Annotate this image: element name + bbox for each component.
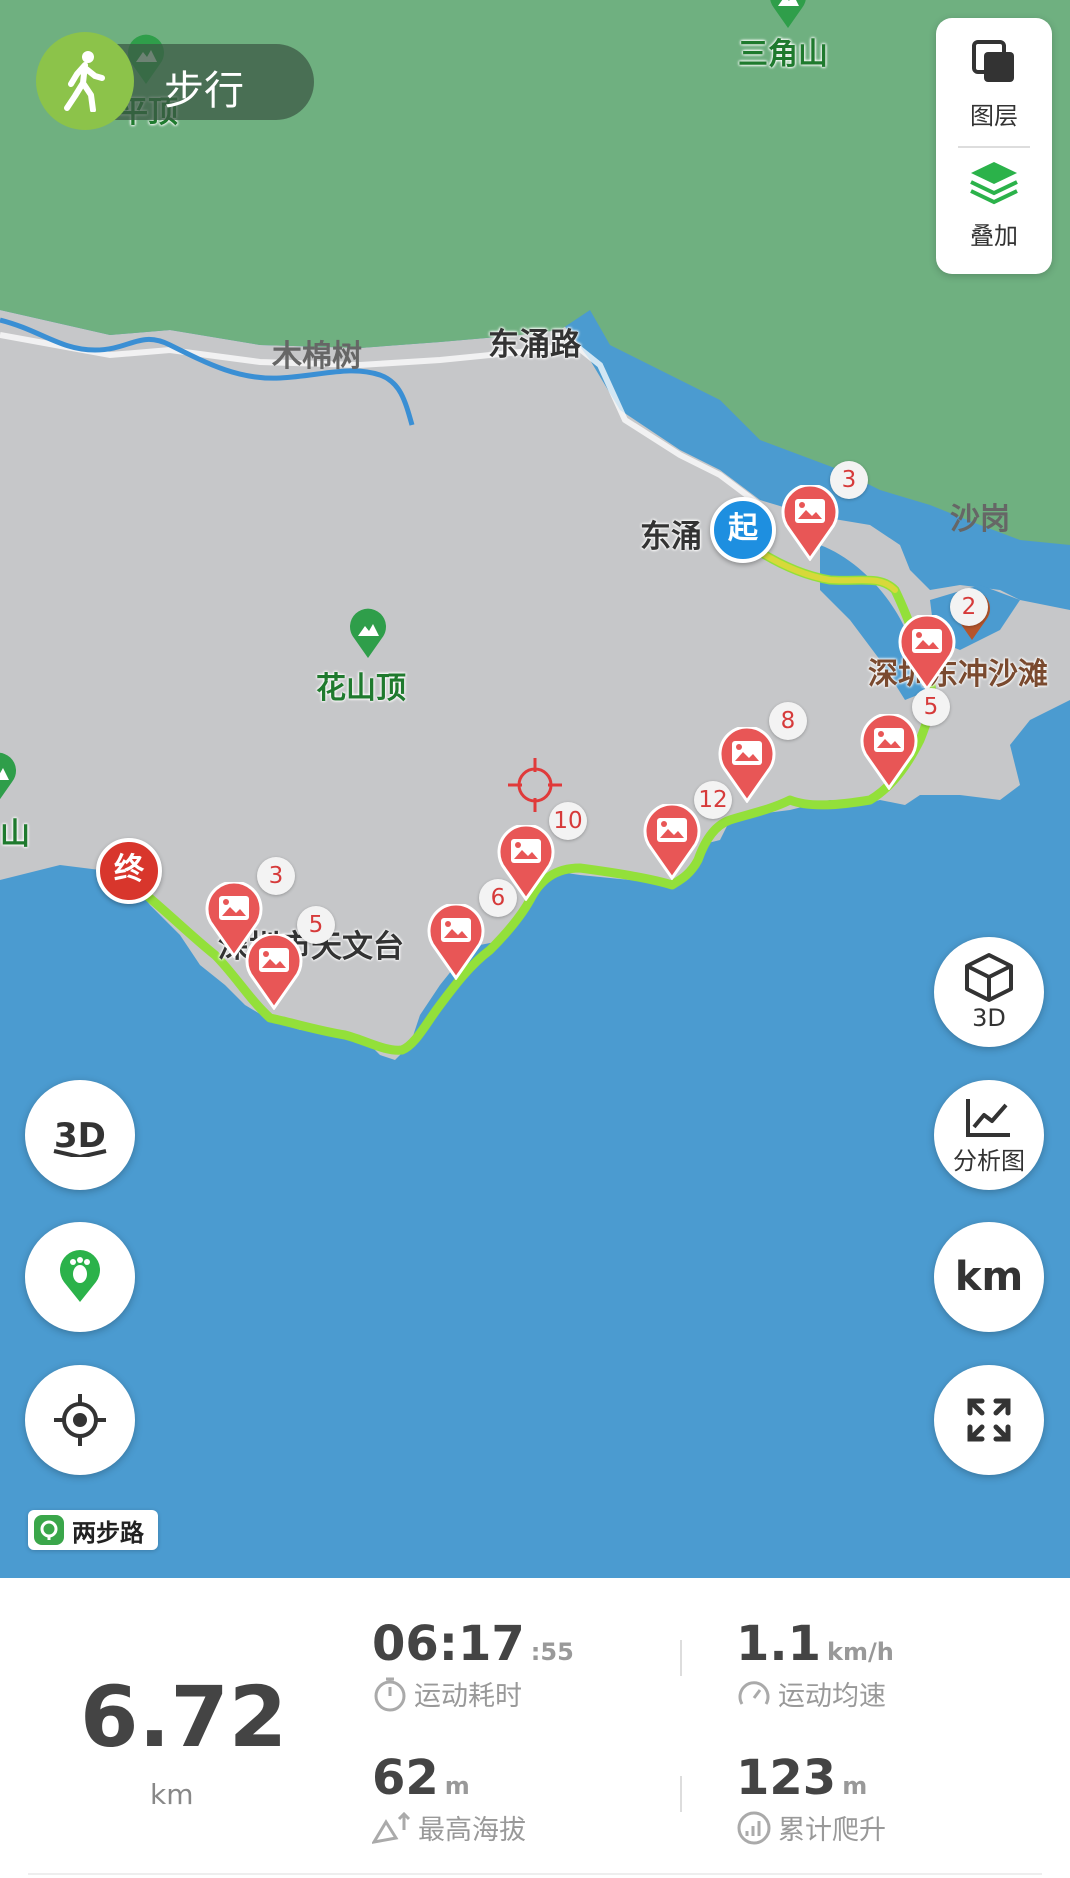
brand-badge: 两步路: [28, 1510, 158, 1550]
max-altitude-stat: 62 m 最高海拔: [372, 1750, 526, 1847]
label-mumianshu: 木棉树: [272, 339, 362, 374]
locate-button[interactable]: [25, 1365, 135, 1475]
analysis-button[interactable]: 分析图: [934, 1080, 1044, 1190]
total-climb-label: 累计爬升: [778, 1815, 886, 1846]
photo-count-badge: 6: [479, 879, 517, 917]
end-marker[interactable]: 终: [96, 838, 162, 904]
total-climb-unit: m: [842, 1772, 868, 1800]
duration-label: 运动耗时: [414, 1681, 522, 1712]
brand-logo-icon: [34, 1515, 64, 1545]
duration-stat: 06:17:55 运动耗时: [372, 1616, 574, 1713]
label-huashanding: 花山顶: [316, 671, 406, 706]
avg-speed-unit: km/h: [827, 1638, 894, 1666]
3d-terrain-icon: 3D: [53, 1116, 107, 1157]
walking-icon: [36, 32, 134, 130]
speedometer-icon: [738, 1680, 770, 1705]
photo-pin-icon[interactable]: [898, 613, 956, 692]
climb-icon: [737, 1811, 771, 1844]
view-3d-label: 3D: [972, 1004, 1006, 1032]
photo-count-badge: 5: [297, 906, 335, 944]
map-view[interactable]: 三角山 平顶 木棉树 东涌路 沙岗 东涌 花山顶 山 深圳东冲沙滩 深圳市天文台…: [0, 0, 1070, 1578]
overlay-icon: [970, 162, 1018, 205]
duration-seconds: :55: [530, 1638, 574, 1666]
layers-icon: [972, 40, 1014, 82]
avg-speed-stat: 1.1 km/h 运动均速: [736, 1616, 894, 1713]
photo-pin-icon[interactable]: [245, 932, 303, 1011]
avg-speed-value: 1.1: [736, 1616, 822, 1672]
layer-panel: 图层 叠加: [936, 18, 1052, 274]
photo-count-badge: 10: [549, 802, 587, 840]
peak-icon: [346, 608, 390, 660]
layers-label: 图层: [970, 102, 1018, 130]
duration-value: 06:17: [372, 1616, 525, 1672]
label-left-mountain: 山: [0, 817, 30, 852]
brand-name: 两步路: [72, 1518, 144, 1547]
footprint-button[interactable]: [25, 1222, 135, 1332]
unit-label: km: [954, 1254, 1024, 1300]
view-3d-button[interactable]: 3D: [934, 937, 1044, 1047]
max-altitude-unit: m: [444, 1772, 470, 1800]
unit-toggle-button[interactable]: km: [934, 1222, 1044, 1332]
start-marker[interactable]: 起: [710, 497, 776, 563]
stopwatch-icon: [374, 1677, 406, 1711]
label-sanjiaoshan: 三角山: [738, 37, 828, 72]
mode-selector[interactable]: 步行: [36, 32, 314, 130]
peak-icon: [0, 752, 20, 804]
stat-divider: [680, 1776, 682, 1812]
photo-count-badge: 12: [694, 781, 732, 819]
avg-speed-label: 运动均速: [778, 1681, 886, 1712]
photo-pin-icon[interactable]: [643, 802, 701, 881]
photo-count-badge: 5: [912, 688, 950, 726]
cube-icon: [965, 953, 1013, 1002]
analysis-label: 分析图: [953, 1146, 1025, 1175]
total-climb-value: 123: [736, 1750, 837, 1806]
line-chart-icon: [966, 1098, 1010, 1137]
terrain-3d-button[interactable]: 3D: [25, 1080, 135, 1190]
mode-label: 步行: [164, 68, 244, 114]
max-altitude-value: 62: [372, 1750, 439, 1806]
overlay-button[interactable]: 叠加: [936, 160, 1052, 251]
label-dongchong-beach: 深圳东冲沙滩: [868, 657, 1048, 692]
distance-unit: km: [150, 1778, 194, 1811]
stats-panel: 6.72 km 06:17:55 运动耗时 1.1 km/h 运动均速 62 …: [0, 1578, 1070, 1878]
fullscreen-button[interactable]: [934, 1365, 1044, 1475]
stat-divider: [680, 1640, 682, 1676]
mountain-up-icon: [372, 1811, 411, 1844]
fullscreen-icon: [967, 1398, 1011, 1442]
svg-text:3D: 3D: [54, 1116, 106, 1156]
photo-count-badge: 3: [830, 461, 868, 499]
layers-button[interactable]: 图层: [936, 38, 1052, 131]
overlay-label: 叠加: [970, 222, 1018, 250]
photo-count-badge: 2: [950, 588, 988, 626]
peak-icon: [766, 0, 810, 30]
bottom-divider: [28, 1873, 1042, 1875]
photo-pin-icon[interactable]: [781, 483, 839, 562]
crosshair-icon: [54, 1394, 106, 1446]
photo-count-badge: 8: [769, 702, 807, 740]
label-dongyong: 东涌: [640, 519, 702, 555]
total-climb-stat: 123 m 累计爬升: [736, 1750, 886, 1847]
label-dongyonglu: 东涌路: [488, 327, 581, 363]
photo-pin-icon[interactable]: [860, 712, 918, 791]
photo-count-badge: 3: [257, 857, 295, 895]
footprint-pin-icon: [60, 1250, 100, 1302]
photo-pin-icon[interactable]: [427, 902, 485, 981]
panel-divider: [958, 146, 1030, 148]
max-altitude-label: 最高海拔: [418, 1815, 526, 1846]
distance-value: 6.72: [80, 1668, 288, 1766]
label-shagang: 沙岗: [950, 502, 1010, 537]
